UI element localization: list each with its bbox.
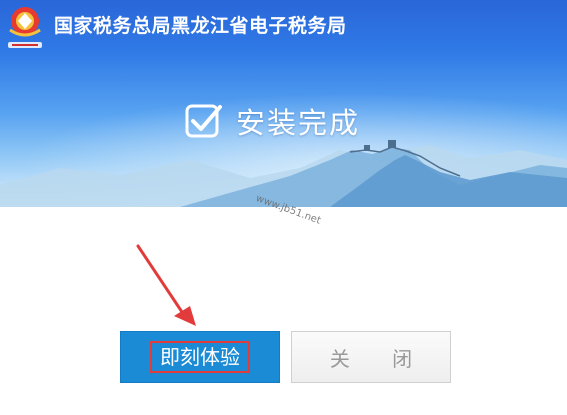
- red-arrow-annotation: [136, 244, 196, 326]
- install-complete-text: 安装完成: [236, 106, 361, 140]
- experience-now-button[interactable]: 即刻体验: [120, 331, 280, 383]
- install-status: 安装完成: [184, 101, 360, 141]
- header-banner: 国家税务总局黑龙江省电子税务局 安装完成: [0, 0, 567, 207]
- checkbox-check-icon: [185, 104, 222, 138]
- close-button[interactable]: 关 闭: [291, 331, 451, 383]
- experience-now-label: 即刻体验: [150, 341, 250, 373]
- tax-bureau-logo: [8, 7, 42, 48]
- app-title: 国家税务总局黑龙江省电子税务局: [54, 15, 347, 37]
